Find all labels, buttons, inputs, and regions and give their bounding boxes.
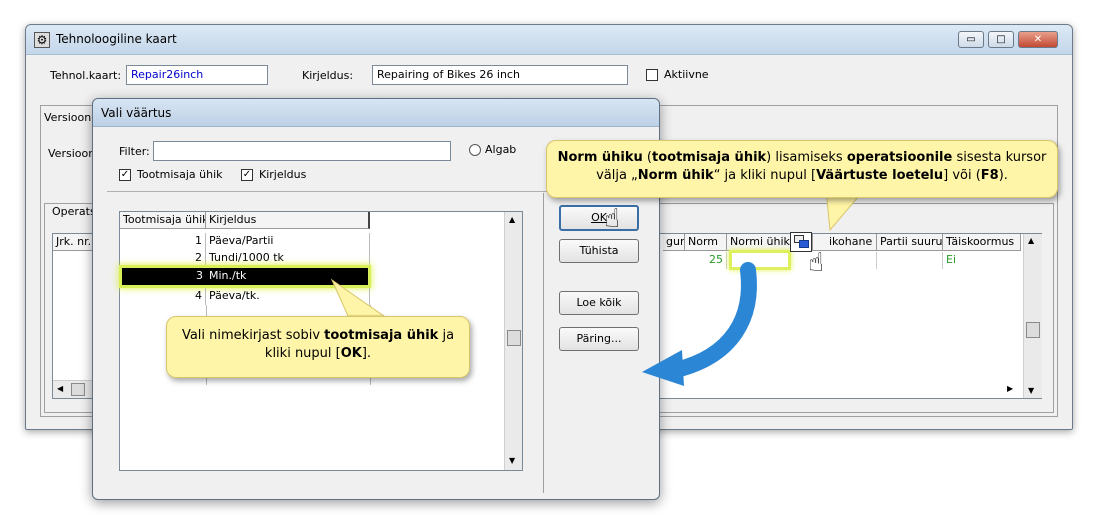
tehnol-kaart-label: Tehnol.kaart: — [50, 69, 122, 82]
grid-cell-partii-suurus[interactable] — [877, 252, 943, 269]
curved-arrow-icon — [642, 262, 757, 386]
value-list-icon-front — [799, 240, 809, 248]
tootmisaja-checkbox-label: Tootmisaja ühik — [137, 168, 223, 181]
bottom-callout-p4: OK — [340, 346, 362, 361]
ok-button[interactable]: OK — [559, 205, 639, 231]
minimize-button[interactable]: ▭ — [958, 31, 984, 48]
main-window-title: Tehnoloogiline kaart — [56, 32, 177, 46]
versioon-label: Versioon — [48, 147, 96, 160]
top-callout-p12: ). — [998, 168, 1008, 183]
hscroll-thumb[interactable] — [71, 383, 85, 396]
scroll-left-icon[interactable]: ◀ — [57, 384, 63, 393]
top-callout-p3: tootmisaja ühik — [652, 150, 767, 165]
filter-label: Filter: — [119, 145, 150, 158]
top-callout-p2: ( — [642, 150, 652, 165]
list-header-tootmisaja[interactable]: Tootmisaja ühik — [120, 212, 206, 229]
arrow-shaft — [668, 262, 757, 378]
kirjeldus-checkbox-label: Kirjeldus — [259, 168, 307, 181]
top-callout-p1: Norm ühiku — [557, 150, 643, 165]
versioon-tab[interactable]: Versiooni — [44, 111, 94, 124]
top-callout-p10: ] või ( — [943, 168, 981, 183]
list-scroll-thumb[interactable] — [507, 330, 521, 346]
list-row-2-id[interactable]: 2 — [120, 250, 206, 267]
list-scroll-up-icon[interactable]: ▲ — [509, 215, 515, 224]
tehnol-kaart-field[interactable]: Repair26inch — [126, 65, 268, 85]
dialog-title: Vali väärtus — [101, 106, 172, 120]
filter-input[interactable] — [153, 141, 451, 161]
bottom-callout-pointer-icon — [330, 278, 386, 317]
top-callout-p8: “ ja kliki nupul [ — [713, 168, 817, 183]
list-row-1-desc[interactable]: Päeva/Partii — [206, 233, 370, 250]
algab-radio[interactable] — [469, 144, 481, 156]
bottom-callout-p1: Vali nimekirjast sobiv — [181, 328, 325, 343]
dialog-separator — [107, 191, 553, 192]
top-instruction-callout: Norm ühiku (tootmisaja ühik) lisamiseks … — [546, 140, 1058, 198]
top-callout-p7: Norm ühik — [637, 168, 714, 183]
top-callout-p9: Väärtuste loetelu — [816, 168, 944, 183]
list-row-3-id[interactable]: 3 — [122, 268, 206, 285]
grid-cell-taiskoormus[interactable]: Ei — [943, 252, 1021, 269]
list-row-2-desc[interactable]: Tundi/1000 tk — [206, 250, 370, 267]
scroll-down-icon[interactable]: ▼ — [1028, 386, 1034, 395]
bottom-callout-p2: tootmisaja ühik — [324, 328, 439, 343]
bottom-instruction-callout: Vali nimekirjast sobiv tootmisaja ühik j… — [166, 316, 470, 378]
scroll-up-icon[interactable]: ▲ — [1028, 236, 1034, 245]
kirjeldus-checkbox[interactable]: ✓ — [241, 169, 253, 181]
aktiivne-label: Aktiivne — [664, 68, 709, 81]
kirjeldus-field[interactable]: Repairing of Bikes 26 inch — [372, 65, 628, 85]
paring-button[interactable]: Päring... — [559, 327, 639, 351]
maximize-button[interactable]: □ — [988, 31, 1014, 48]
top-callout-p11: F8 — [980, 168, 999, 183]
grid-header-norm[interactable]: Norm — [685, 234, 727, 251]
operats-label: Operats — [50, 205, 98, 218]
list-row-1-id[interactable]: 1 — [120, 233, 206, 250]
list-header-kirjeldus[interactable]: Kirjeldus — [206, 212, 370, 229]
close-button[interactable]: ✕ — [1018, 31, 1058, 48]
hand-cursor-ok-icon: ☝ — [604, 204, 620, 234]
list-row-4-id[interactable]: 4 — [120, 288, 206, 305]
main-titlebar: ⚙ Tehnoloogiline kaart ▭ □ ✕ — [26, 25, 1072, 55]
grid-header-taiskoormus[interactable]: Täiskoormus — [943, 234, 1021, 251]
grid-header-partii-suurus[interactable]: Partii suurus — [877, 234, 943, 251]
arrow-head — [642, 350, 684, 386]
bottom-callout-p5: ]. — [361, 346, 372, 361]
list-scroll-down-icon[interactable]: ▼ — [509, 456, 515, 465]
top-callout-p4: ) lisamiseks — [766, 150, 847, 165]
aktiivne-checkbox[interactable] — [646, 69, 658, 81]
list-vertical-scrollbar[interactable]: ▲ ▼ — [504, 212, 522, 470]
grid-vertical-scrollbar[interactable]: ▲ ▼ — [1023, 234, 1042, 398]
buttons-divider — [543, 193, 544, 493]
tuhista-button[interactable]: Tühista — [559, 239, 639, 263]
dialog-titlebar: Vali väärtus — [93, 99, 659, 127]
hand-cursor-valuelist-icon: ☝ — [808, 248, 824, 278]
grid-header-gur[interactable]: gur — [663, 234, 685, 251]
top-callout-p5: operatsioonile — [846, 150, 953, 165]
algab-label: Algab — [485, 143, 517, 156]
scroll-right-icon[interactable]: ▶ — [1007, 384, 1013, 393]
scroll-thumb[interactable] — [1026, 322, 1040, 338]
loe-koik-button[interactable]: Loe kõik — [559, 291, 639, 315]
kirjeldus-label: Kirjeldus: — [302, 69, 354, 82]
tootmisaja-checkbox[interactable]: ✓ — [119, 169, 131, 181]
app-gear-icon: ⚙ — [34, 32, 50, 48]
